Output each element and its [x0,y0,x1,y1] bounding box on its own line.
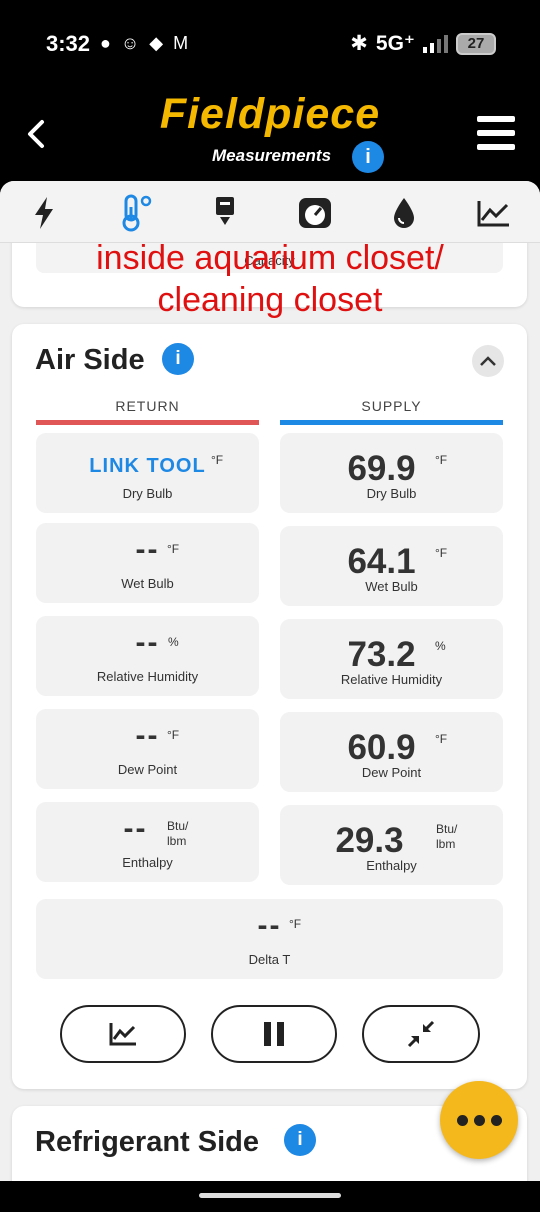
tile-label: Wet Bulb [365,579,418,594]
bluetooth-icon: ✱ [350,32,368,55]
tile-value: 60.9 [347,728,416,767]
pause-button[interactable] [211,1005,337,1063]
notification-icons: ● ☺ ◆ M [100,33,188,54]
info-icon[interactable]: i [352,141,384,173]
unit-label: Btu/ lbm [167,819,188,849]
collapse-view-button[interactable] [362,1005,480,1063]
download-tool-icon[interactable] [205,193,245,233]
air-side-card: Air Side i RETURN SUPPLY LINK TOOL °F Dr… [12,324,527,1089]
annotation-note: inside aquarium closet/ cleaning closet [0,237,540,321]
status-bar: 3:32 ● ☺ ◆ M ✱ 5G⁺ 27 [0,0,540,88]
unit-label: % [435,639,446,653]
unit-label: °F [289,917,302,931]
tile-label: Dew Point [117,762,178,777]
collapse-button[interactable] [472,345,504,377]
unit-label: °F [435,546,448,560]
water-drop-icon[interactable] [384,193,424,233]
gmail-icon: M [173,33,189,53]
tile-value: -- [123,812,148,845]
return-column-header: RETURN [36,398,259,425]
return-rh-tile: -- % Relative Humidity [36,616,259,696]
menu-button[interactable] [477,116,515,150]
supply-column-header: SUPPLY [280,398,503,425]
annotation-line-2: cleaning closet [157,281,383,319]
network-label: 5G⁺ [375,32,415,55]
tile-label: Delta T [248,952,291,967]
chevron-up-icon [480,356,496,366]
return-dew-point-tile: -- °F Dew Point [36,709,259,789]
tile-label: Dry Bulb [366,486,417,501]
supply-rh-tile: 73.2 % Relative Humidity [280,619,503,699]
unit-line-1: Btu/ [167,819,189,833]
tile-label: Dew Point [361,765,422,780]
tile-label: Enthalpy [366,858,417,873]
supply-enthalpy-tile: 29.3 Btu/ lbm Enthalpy [280,805,503,885]
tile-value: -- [135,626,160,659]
gauge-icon[interactable] [295,193,335,233]
minimize-arrows-icon [407,1020,435,1048]
unit-label: °F [167,542,180,556]
info-icon[interactable]: i [162,343,194,375]
more-options-button[interactable] [440,1081,518,1159]
link-tool-label[interactable]: LINK TOOL [36,455,259,478]
game-icon: ◆ [149,33,164,53]
tile-value: 73.2 [347,635,416,674]
tile-label: Enthalpy [122,855,173,870]
tile-value: 69.9 [347,449,416,488]
unit-label: °F [167,728,180,742]
supply-wet-bulb-tile: 64.1 °F Wet Bulb [280,526,503,606]
battery-icon: 27 [456,32,496,55]
trend-chart-icon [109,1023,136,1046]
delta-t-tile: -- °F Delta T [36,899,503,979]
tile-label: Relative Humidity [340,672,443,687]
tile-value: -- [257,909,282,942]
home-indicator[interactable] [199,1193,341,1198]
unit-label: °F [435,453,448,467]
status-time: 3:32 [46,31,91,56]
unit-line-2: lbm [167,834,187,848]
unit-line-1: Btu/ [436,822,458,836]
graph-button[interactable] [60,1005,186,1063]
tile-label: Dry Bulb [122,486,173,501]
snapchat-icon: ☺ [120,33,140,53]
measurement-tabs [0,181,540,243]
unit-label: % [168,635,179,649]
supply-dew-point-tile: 60.9 °F Dew Point [280,712,503,792]
navigation-bar [0,1181,540,1212]
return-wet-bulb-tile: -- °F Wet Bulb [36,523,259,603]
tile-label: Wet Bulb [121,576,174,591]
tile-value: -- [135,533,160,566]
tile-value: 64.1 [347,542,416,581]
unit-label: °F [435,732,448,746]
content-area: Capacity inside aquarium closet/ cleanin… [0,181,540,1181]
trend-chart-icon[interactable] [474,193,514,233]
section-title: Refrigerant Side [35,1126,259,1158]
chat-icon: ● [100,33,111,53]
return-dry-bulb-tile[interactable]: LINK TOOL °F Dry Bulb [36,433,259,513]
supply-dry-bulb-tile: 69.9 °F Dry Bulb [280,433,503,513]
section-title: Air Side [35,344,145,376]
return-enthalpy-tile: -- Btu/ lbm Enthalpy [36,802,259,882]
annotation-line-1: inside aquarium closet/ [96,239,444,277]
info-icon[interactable]: i [284,1124,316,1156]
unit-label: Btu/ lbm [436,822,457,852]
pause-icon [264,1022,284,1046]
page-subtitle: Measurements [212,146,332,165]
tile-value: -- [135,719,160,752]
signal-icon [423,34,448,53]
electrical-icon[interactable] [24,193,64,233]
temperature-icon[interactable] [117,193,157,233]
brand-logo: Fieldpiece [159,90,381,138]
unit-line-2: lbm [436,837,456,851]
tile-label: Relative Humidity [96,669,199,684]
app-header: Fieldpiece Measurements i [0,88,540,184]
unit-label: °F [211,453,224,467]
status-right: ✱ 5G⁺ 27 [350,31,496,56]
